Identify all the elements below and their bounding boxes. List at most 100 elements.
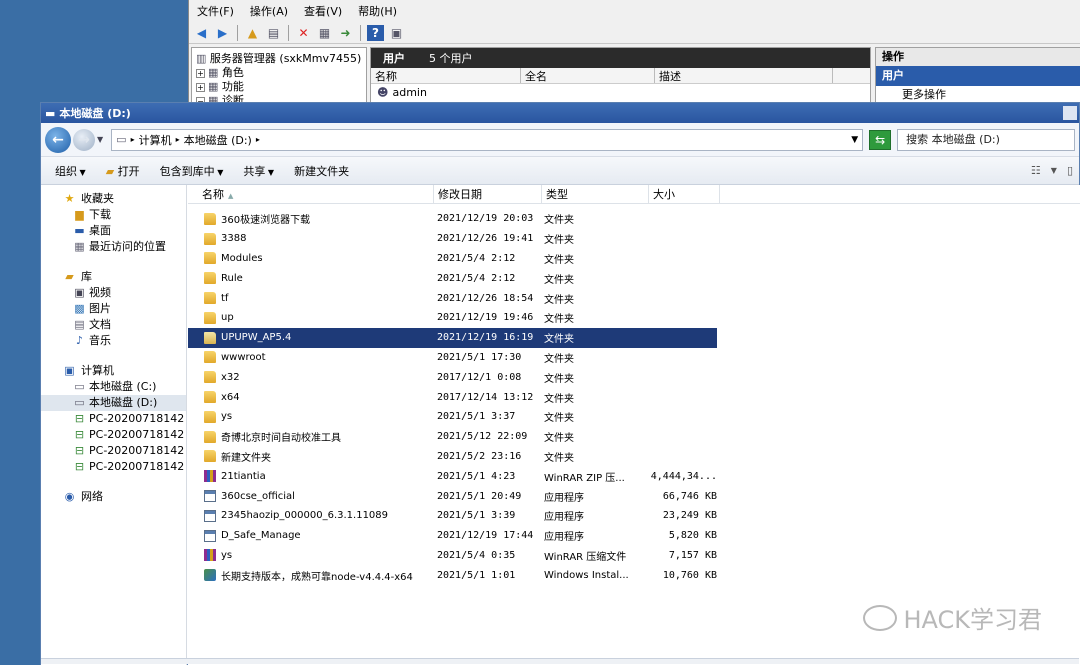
file-name-cell: 长期支持版本，成熟可靠node-v4.4.4-x64 bbox=[188, 568, 434, 583]
address-box[interactable]: ▭ ▸ 计算机 ▸ 本地磁盘 (D:) ▸ ▼ bbox=[111, 128, 864, 151]
col-description[interactable]: 描述 bbox=[655, 68, 833, 83]
drive-icon: ▬ bbox=[45, 106, 56, 120]
search-input[interactable]: 搜索 本地磁盘 (D:) bbox=[897, 128, 1076, 151]
file-row[interactable]: 新建文件夹 2021/5/2 23:16 文件夹 bbox=[188, 447, 1080, 467]
file-row[interactable]: up 2021/12/19 19:46 文件夹 bbox=[188, 308, 1080, 328]
preview-pane-icon[interactable]: ▯ bbox=[1067, 164, 1073, 178]
file-row[interactable]: Modules 2021/5/4 2:12 文件夹 bbox=[188, 249, 1080, 269]
up-folder-icon[interactable]: ▲ bbox=[244, 25, 261, 41]
breadcrumb-drive[interactable]: 本地磁盘 (D:) bbox=[184, 132, 252, 148]
users-column-header: 名称 全名 描述 bbox=[371, 68, 870, 84]
nav-downloads[interactable]: ▆ 下载 bbox=[41, 207, 186, 223]
view-dropdown-icon[interactable]: ▼ bbox=[1051, 164, 1057, 178]
col-size-header[interactable]: 大小 bbox=[649, 185, 720, 203]
file-date: 2021/12/19 20:03 bbox=[437, 213, 534, 225]
details-pane bbox=[41, 658, 1079, 664]
file-row[interactable]: 21tiantia 2021/5/1 4:23 WinRAR ZIP 压... 4,4… bbox=[188, 466, 1080, 486]
nav-network[interactable]: ◉ 网络 bbox=[41, 489, 186, 505]
delete-icon[interactable]: ✕ bbox=[295, 25, 312, 41]
file-row[interactable]: 2345haozip_000000_6.3.1.11089 2021/5/1 3:… bbox=[188, 506, 1080, 526]
music-icon: ♪ bbox=[75, 334, 84, 347]
nav-libraries[interactable]: ▰ 库 bbox=[41, 269, 186, 285]
user-row[interactable]: ☻ admin bbox=[371, 84, 870, 100]
breadcrumb-computer[interactable]: 计算机 bbox=[139, 132, 172, 148]
actions-section-users[interactable]: 用户 bbox=[876, 66, 1080, 86]
tree-item-roles[interactable]: + ▦ 角色 bbox=[196, 64, 362, 79]
col-type-header[interactable]: 类型 bbox=[542, 185, 649, 203]
forward-arrow-icon[interactable]: ▶ bbox=[214, 25, 231, 41]
file-row[interactable]: ys 2021/5/4 0:35 WinRAR 压缩文件 7,157 KB bbox=[188, 546, 1080, 566]
nav-drive-d[interactable]: ▭ 本地磁盘 (D:) bbox=[41, 395, 186, 411]
menu-help[interactable]: 帮助(H) bbox=[358, 3, 397, 19]
menu-view[interactable]: 查看(V) bbox=[304, 3, 342, 19]
file-row[interactable]: 360极速浏览器下载 2021/12/19 20:03 文件夹 bbox=[188, 209, 1080, 229]
address-dropdown-icon[interactable]: ▼ bbox=[851, 135, 858, 145]
col-date-header[interactable]: 修改日期 bbox=[434, 185, 542, 203]
file-type: 应用程序 bbox=[544, 512, 584, 524]
star-icon: ★ bbox=[64, 192, 75, 205]
expand-icon[interactable]: + bbox=[196, 82, 205, 92]
file-row[interactable]: x64 2017/12/14 13:12 文件夹 bbox=[188, 387, 1080, 407]
file-row[interactable]: 长期支持版本，成熟可靠node-v4.4.4-x64 2021/5/1 1:01 W… bbox=[188, 565, 1080, 585]
back-arrow-icon[interactable]: ◀ bbox=[193, 25, 210, 41]
refresh-button[interactable]: ⇆ bbox=[869, 129, 892, 150]
file-name: x64 bbox=[221, 391, 240, 403]
nav-computer[interactable]: ▣ 计算机 bbox=[41, 363, 186, 379]
tree-item-features[interactable]: + ▦ 功能 bbox=[196, 78, 362, 93]
file-row[interactable]: 3388 2021/12/26 19:41 文件夹 bbox=[188, 229, 1080, 249]
file-row[interactable]: x32 2017/12/1 0:08 文件夹 bbox=[188, 367, 1080, 387]
file-row[interactable]: wwwroot 2021/5/1 17:30 文件夹 bbox=[188, 348, 1080, 368]
export-icon[interactable]: ➜ bbox=[337, 25, 354, 41]
file-row[interactable]: 360cse_official 2021/5/1 20:49 应用程序 66,746 … bbox=[188, 486, 1080, 506]
show-tree-icon[interactable]: ▤ bbox=[265, 25, 282, 41]
nav-network-drive[interactable]: ⊟ PC-20200718142 上 bbox=[41, 411, 186, 427]
menu-action[interactable]: 操作(A) bbox=[250, 3, 288, 19]
nav-drive-c[interactable]: ▭ 本地磁盘 (C:) bbox=[41, 379, 186, 395]
organize-button[interactable]: 组织 bbox=[55, 163, 86, 179]
nav-recent[interactable]: ▦ 最近访问的位置 bbox=[41, 239, 186, 255]
col-name[interactable]: 名称 bbox=[371, 68, 521, 83]
open-button[interactable]: ▰ 打开 bbox=[106, 163, 140, 179]
file-row[interactable]: D_Safe_Manage 2021/12/19 17:44 应用程序 5,820 K… bbox=[188, 526, 1080, 546]
breadcrumb-sep-icon[interactable]: ▸ bbox=[256, 135, 260, 144]
nav-desktop[interactable]: ▬ 桌面 bbox=[41, 223, 186, 239]
help-icon[interactable]: ? bbox=[367, 24, 384, 41]
tree-item-server-manager[interactable]: ▥ 服务器管理器 (sxkMmv7455) bbox=[196, 50, 362, 65]
col-fullname[interactable]: 全名 bbox=[521, 68, 655, 83]
minimize-button[interactable] bbox=[1063, 106, 1077, 120]
share-button[interactable]: 共享 bbox=[243, 163, 274, 179]
forward-button[interactable]: → bbox=[73, 128, 95, 151]
nav-pictures[interactable]: ▩ 图片 bbox=[41, 301, 186, 317]
include-in-library-button[interactable]: 包含到库中 bbox=[160, 163, 224, 179]
file-row[interactable]: Rule 2021/5/4 2:12 文件夹 bbox=[188, 268, 1080, 288]
back-button[interactable]: ← bbox=[45, 126, 71, 153]
properties-icon[interactable]: ▦ bbox=[316, 25, 333, 41]
change-view-icon[interactable]: ☷ bbox=[1031, 164, 1041, 178]
col-name-header[interactable]: 名称 ▲ bbox=[188, 185, 434, 203]
breadcrumb-sep-icon[interactable]: ▸ bbox=[131, 135, 135, 144]
title-bar[interactable]: ▬ 本地磁盘 (D:) bbox=[41, 103, 1079, 123]
nav-music[interactable]: ♪ 音乐 bbox=[41, 333, 186, 349]
new-folder-button[interactable]: 新建文件夹 bbox=[294, 163, 349, 179]
nav-favorites[interactable]: ★ 收藏夹 bbox=[41, 191, 186, 207]
file-row[interactable]: 奇博北京时间自动校准工具 2021/5/12 22:09 文件夹 bbox=[188, 427, 1080, 447]
history-dropdown-icon[interactable]: ▼ bbox=[97, 135, 103, 144]
file-row[interactable]: tf 2021/12/26 18:54 文件夹 bbox=[188, 288, 1080, 308]
nav-network-drive[interactable]: ⊟ PC-20200718142 上 bbox=[41, 443, 186, 459]
menu-file[interactable]: 文件(F) bbox=[197, 3, 234, 19]
file-name: up bbox=[221, 312, 234, 324]
breadcrumb-sep-icon[interactable]: ▸ bbox=[176, 135, 180, 144]
folder-icon bbox=[204, 371, 216, 384]
nav-network-drive[interactable]: ⊟ PC-20200718142 上 bbox=[41, 459, 186, 475]
nav-network-drive[interactable]: ⊟ PC-20200718142 上 bbox=[41, 427, 186, 443]
nav-videos[interactable]: ▣ 视频 bbox=[41, 285, 186, 301]
file-name-cell: 2345haozip_000000_6.3.1.11089 bbox=[188, 509, 434, 522]
file-row[interactable]: UPUPW_AP5.4 2021/12/19 16:19 文件夹 bbox=[188, 327, 717, 348]
file-size: 66,746 KB bbox=[662, 490, 717, 502]
file-row[interactable]: ys 2021/5/1 3:37 文件夹 bbox=[188, 407, 1080, 427]
expand-icon[interactable]: + bbox=[196, 68, 205, 78]
nav-documents[interactable]: ▤ 文档 bbox=[41, 317, 186, 333]
computer-icon: ▣ bbox=[64, 364, 75, 377]
console-icon[interactable]: ▣ bbox=[388, 25, 405, 41]
file-name: 长期支持版本，成熟可靠node-v4.4.4-x64 bbox=[221, 571, 413, 583]
